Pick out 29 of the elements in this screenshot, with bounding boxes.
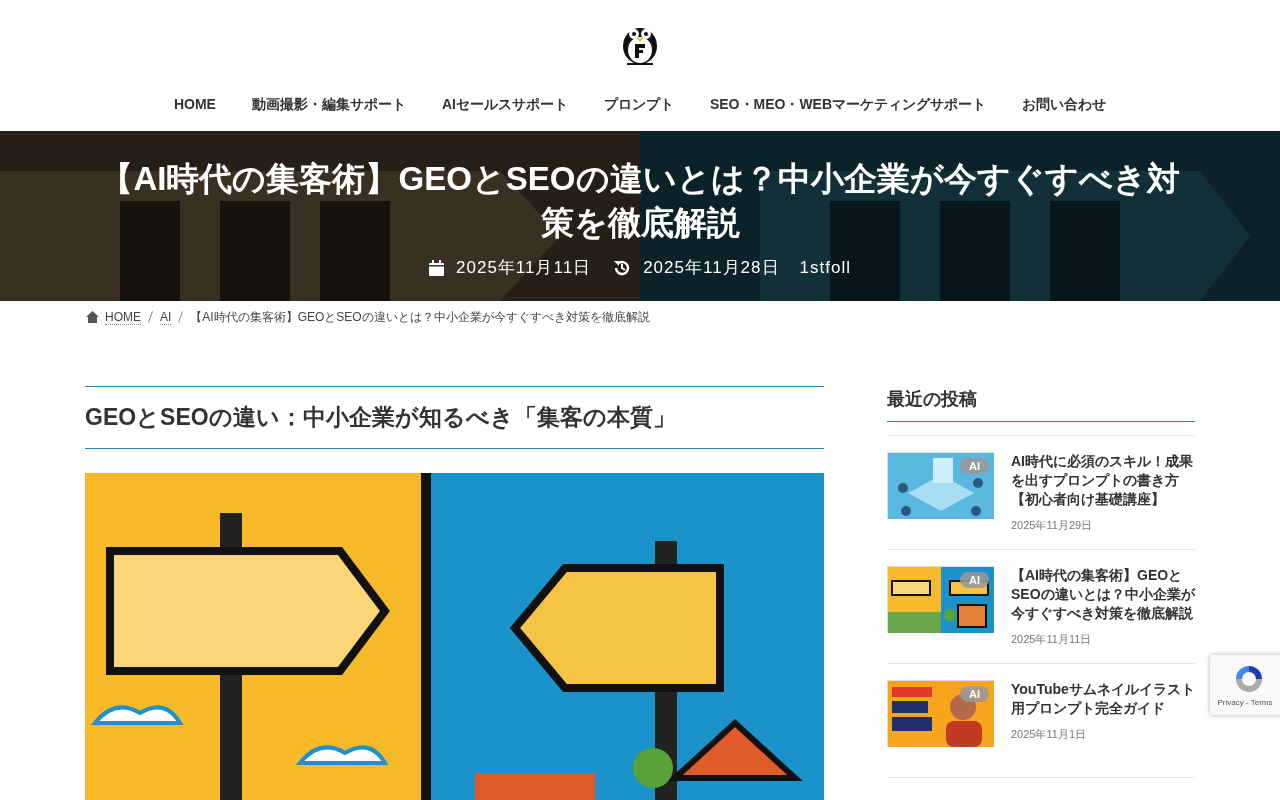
author-name[interactable]: 1stfoll (799, 255, 851, 281)
sidebar-heading: 最近の投稿 (887, 386, 1195, 422)
category-badge: AI (960, 458, 989, 474)
post-date: 2025年11月11日 (1011, 632, 1093, 647)
recaptcha-badge[interactable]: Privacy - Terms (1210, 655, 1280, 715)
nav-link[interactable]: 動画撮影・編集サポート (251, 94, 406, 115)
recaptcha-links[interactable]: Privacy - Terms (1217, 697, 1273, 709)
breadcrumb-current: 【AI時代の集客術】GEOとSEOの違いとは？中小企業が今すぐすべき対策を徹底解説 (190, 309, 650, 326)
post-title-link[interactable]: 【AI時代の集客術】GEOとSEOの違いとは？中小企業が今すぐすべき対策を徹底解説 (1011, 566, 1195, 623)
article-title: 【AI時代の集客術】GEOとSEOの違いとは？中小企業が今すぐすべき対策を徹底解説 (100, 159, 1180, 243)
home-icon (86, 311, 99, 323)
recaptcha-logo-icon (1233, 663, 1265, 695)
breadcrumb-link[interactable]: HOME (105, 309, 141, 325)
category-badge: AI (960, 686, 989, 702)
category-badge: AI (960, 572, 989, 588)
updated-date: 2025年11月28日 (643, 257, 780, 279)
history-icon (613, 258, 632, 277)
post-title-link[interactable]: YouTubeサムネイルイラスト用プロンプト完全ガイド (1011, 680, 1195, 718)
nav-link[interactable]: HOME (173, 94, 216, 115)
nav-link[interactable]: AIセールスサポート (441, 94, 568, 115)
published-date: 2025年11月11日 (456, 257, 592, 279)
nav-link[interactable]: SEO・MEO・WEBマーケティングサポート (709, 94, 987, 115)
breadcrumb-link[interactable]: AI (160, 309, 172, 325)
post-date: 2025年11月1日 (1011, 727, 1087, 742)
post-title-link[interactable]: AI時代に必須のスキル！成果を出すプロンプトの書き方【初心者向け基礎講座】 (1011, 452, 1195, 509)
post-date: 2025年11月29日 (1011, 518, 1094, 533)
section-heading: GEOとSEOの違い：中小企業が知るべき「集客の本質」 (85, 386, 824, 449)
nav-link[interactable]: プロンプト (603, 94, 674, 115)
nav-link[interactable]: お問い合わせ (1022, 94, 1107, 115)
